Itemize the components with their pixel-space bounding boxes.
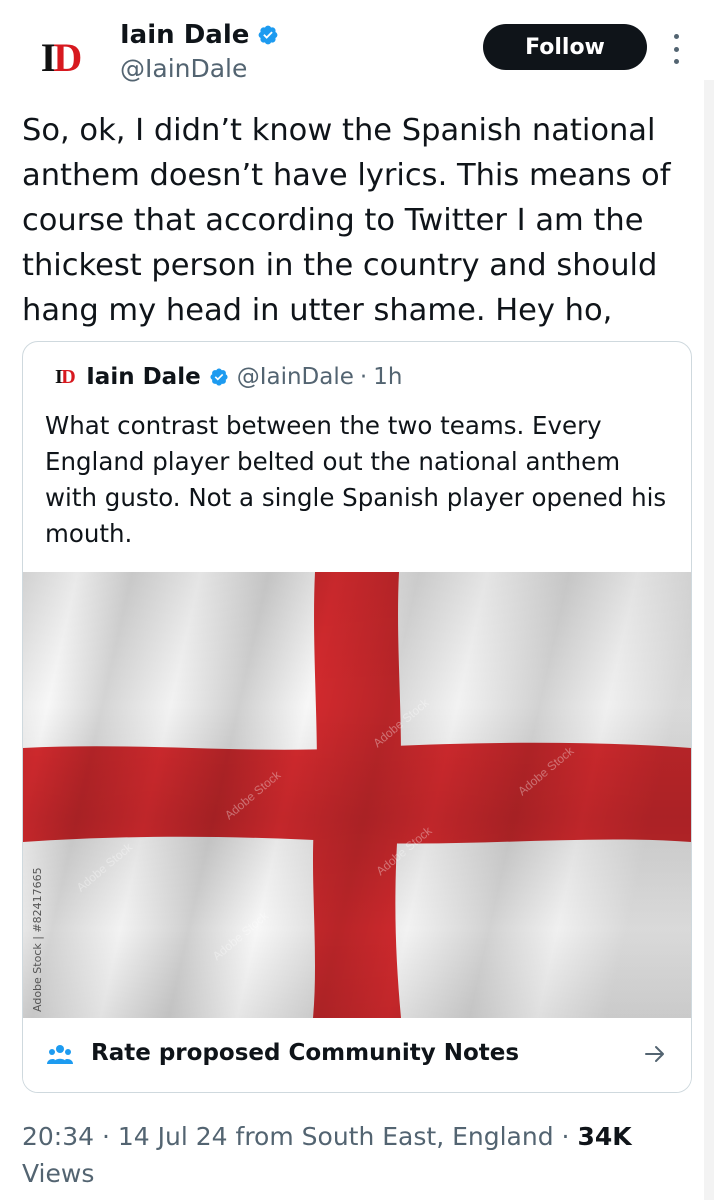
more-options-icon[interactable] — [668, 34, 684, 64]
author-name[interactable]: Iain Dale — [120, 20, 249, 50]
more-dot — [673, 46, 679, 52]
community-notes-icon — [47, 1045, 73, 1064]
quoted-timestamp[interactable]: 1h — [373, 364, 402, 390]
verified-badge-icon — [258, 25, 278, 45]
quoted-author-name[interactable]: Iain Dale — [86, 364, 200, 390]
views-label: Views — [22, 1159, 95, 1188]
avatar-logo: ID — [40, 35, 82, 80]
avatar-logo-d: D — [53, 35, 82, 80]
author-avatar[interactable]: ID — [32, 30, 88, 86]
image-credit: Adobe Stock | #82417665 — [31, 867, 44, 1012]
tweet-meta: 20:34 · 14 Jul 24 from South East, Engla… — [22, 1118, 682, 1192]
meta-separator: · — [553, 1122, 578, 1151]
author-name-row[interactable]: Iain Dale — [120, 20, 279, 50]
arrow-right-icon[interactable] — [643, 1042, 667, 1066]
quoted-tweet-text: What contrast between the two teams. Eve… — [45, 411, 667, 548]
quoted-tweet-card[interactable]: ID Iain Dale @IainDale · 1h What contras… — [22, 341, 692, 1093]
england-flag-image[interactable]: Adobe Stock Adobe Stock Adobe Stock Adob… — [23, 572, 691, 1018]
views-count: 34K — [577, 1122, 632, 1151]
tweet-page: ID Iain Dale @IainDale Follow So, ok, I … — [0, 0, 714, 1200]
quoted-tweet-header: ID Iain Dale @IainDale · 1h — [55, 364, 402, 390]
tweet-text: So, ok, I didn’t know the Spanish nation… — [22, 113, 671, 328]
flag-graphic: Adobe Stock Adobe Stock Adobe Stock Adob… — [23, 572, 691, 1018]
scrollbar[interactable] — [704, 80, 714, 1200]
tweet-time[interactable]: 20:34 — [22, 1122, 94, 1151]
quoted-author-handle[interactable]: @IainDale — [237, 364, 354, 390]
meta-separator: · — [94, 1122, 118, 1151]
community-notes-label[interactable]: Rate proposed Community Notes — [91, 1040, 519, 1066]
verified-badge-icon — [210, 368, 228, 386]
follow-button[interactable]: Follow — [483, 24, 647, 70]
quoted-separator: · — [359, 364, 368, 390]
community-notes-bar[interactable]: Rate proposed Community Notes — [23, 1018, 691, 1092]
tweet-date[interactable]: 14 Jul 24 — [118, 1122, 228, 1151]
quoted-author-avatar[interactable]: ID — [55, 365, 76, 389]
more-dot — [673, 34, 679, 39]
tweet-location: from South East, England — [227, 1122, 554, 1151]
author-handle[interactable]: @IainDale — [120, 54, 247, 83]
more-dot — [673, 59, 679, 64]
quoted-avatar-d: D — [61, 365, 75, 388]
avatar-logo-i: I — [40, 35, 56, 80]
